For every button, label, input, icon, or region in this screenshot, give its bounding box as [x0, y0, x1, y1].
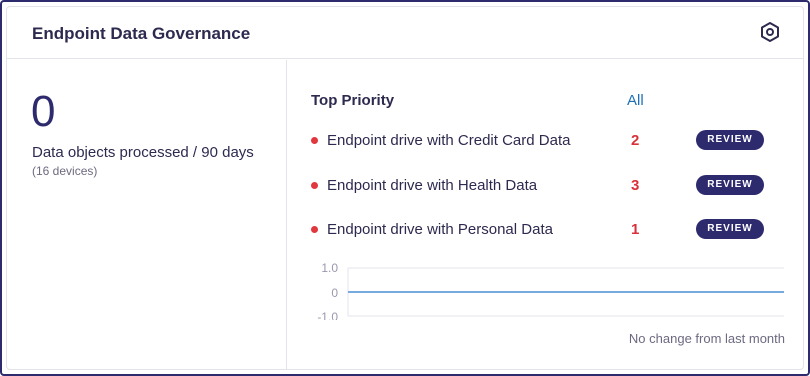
priority-pane: Top Priority All Endpoint drive with Cre…	[288, 60, 803, 369]
y-tick-label: 1.0	[321, 261, 338, 275]
settings-hex-icon[interactable]	[759, 21, 781, 43]
priority-row-label: Endpoint drive with Credit Card Data	[327, 132, 571, 149]
all-link[interactable]: All	[627, 92, 644, 109]
y-tick-label: 0	[331, 286, 338, 300]
trend-note: No change from last month	[628, 331, 785, 346]
priority-row: Endpoint drive with Personal Data 1 REVI…	[311, 219, 771, 243]
alert-dot-icon	[311, 226, 318, 233]
priority-row: Endpoint drive with Credit Card Data 2 R…	[311, 130, 771, 154]
priority-row-count: 1	[631, 221, 640, 238]
summary-pane: 0 Data objects processed / 90 days (16 d…	[7, 60, 287, 369]
processed-label: Data objects processed / 90 days	[32, 144, 254, 161]
widget-title: Endpoint Data Governance	[32, 24, 251, 43]
widget-card: Endpoint Data Governance 0 Data objects …	[0, 0, 810, 376]
y-tick-label: -1.0	[317, 310, 338, 320]
priority-row-count: 3	[631, 177, 640, 194]
priority-row-label: Endpoint drive with Health Data	[327, 177, 538, 194]
priority-row-label: Endpoint drive with Personal Data	[327, 221, 553, 238]
alert-dot-icon	[311, 137, 318, 144]
widget-header: Endpoint Data Governance	[7, 7, 803, 59]
widget-panel: Endpoint Data Governance 0 Data objects …	[6, 6, 804, 370]
device-count: (16 devices)	[32, 164, 98, 178]
priority-row-count: 2	[631, 132, 640, 149]
review-button[interactable]: REVIEW	[696, 130, 764, 150]
trend-sparkline: 1.0 0 -1.0	[317, 261, 784, 320]
alert-dot-icon	[311, 182, 318, 189]
top-priority-title: Top Priority	[311, 92, 395, 109]
review-button[interactable]: REVIEW	[696, 219, 764, 239]
priority-row: Endpoint drive with Health Data 3 REVIEW	[311, 175, 771, 199]
review-button[interactable]: REVIEW	[696, 175, 764, 195]
processed-count: 0	[31, 87, 56, 136]
